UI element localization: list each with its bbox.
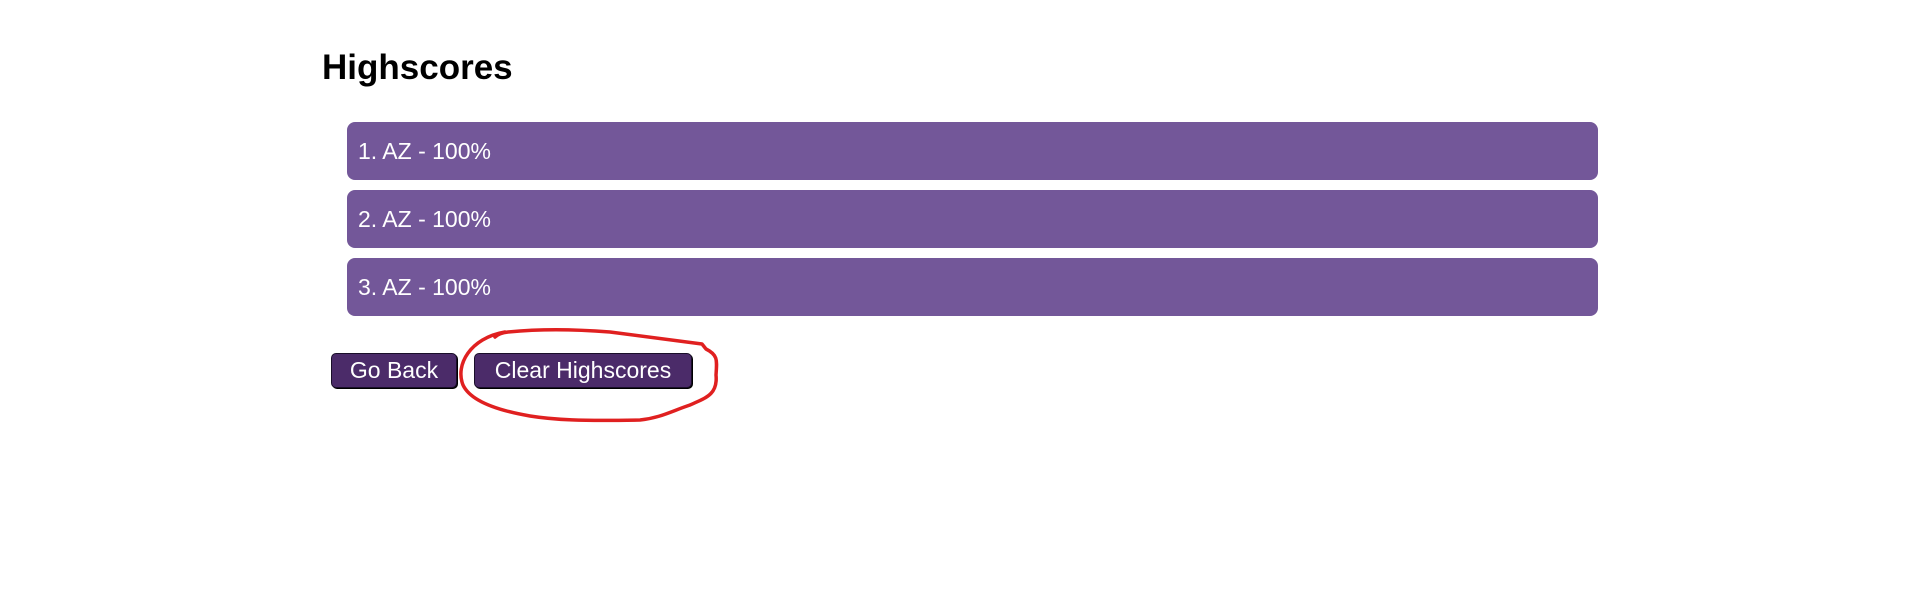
highscores-page: Highscores 1. AZ - 100% 2. AZ - 100% 3. … [0, 0, 1919, 610]
page-title: Highscores [322, 48, 513, 87]
clear-highscores-button[interactable]: Clear Highscores [474, 353, 692, 388]
list-item: 3. AZ - 100% [347, 258, 1598, 316]
go-back-button[interactable]: Go Back [331, 353, 457, 388]
list-item: 1. AZ - 100% [347, 122, 1598, 180]
highscore-list: 1. AZ - 100% 2. AZ - 100% 3. AZ - 100% [347, 122, 1598, 326]
list-item: 2. AZ - 100% [347, 190, 1598, 248]
